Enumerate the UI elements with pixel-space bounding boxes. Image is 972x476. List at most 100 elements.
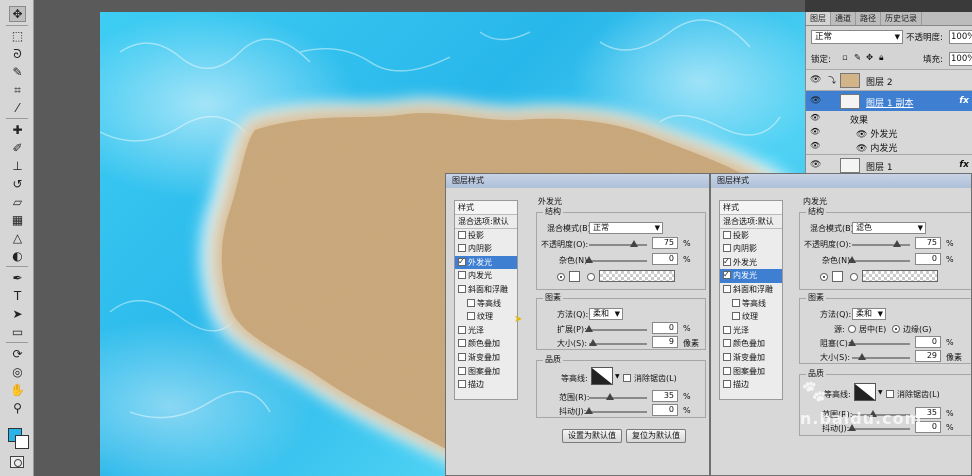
lasso-tool-icon[interactable]: ᘐ (9, 46, 26, 62)
style-item[interactable]: 投影 (455, 229, 517, 243)
style-checkbox[interactable] (458, 244, 466, 253)
style-item[interactable]: 内阴影 (720, 242, 782, 256)
spread-slider[interactable] (585, 325, 647, 332)
quick-mask-icon[interactable] (10, 456, 24, 468)
style-checkbox[interactable] (723, 268, 731, 282)
style-item[interactable]: 等高线 (455, 297, 517, 311)
choke-slider[interactable] (848, 339, 910, 346)
style-item[interactable]: 描边 (720, 378, 782, 392)
gradient-radio[interactable] (587, 273, 595, 281)
style-item[interactable]: 渐变叠加 (455, 351, 517, 365)
solid-color-radio[interactable] (557, 273, 565, 281)
range-slider[interactable] (589, 393, 647, 400)
source-center-radio[interactable] (848, 325, 856, 333)
3d-orbit-tool-icon[interactable]: ◎ (9, 364, 26, 380)
opacity-slider[interactable] (852, 240, 910, 247)
tab-layers[interactable]: 图层 (806, 12, 831, 25)
style-checkbox[interactable] (458, 271, 466, 280)
style-checkbox[interactable] (458, 352, 466, 361)
size-input[interactable]: 9 (652, 336, 678, 348)
gradient-radio[interactable] (850, 273, 858, 281)
layer-name[interactable]: 图层 1 (866, 160, 893, 173)
eye-icon[interactable]: 👁︎ (810, 113, 820, 122)
effect-outer-glow-row[interactable]: 👁︎ 👁︎ 外发光 (806, 125, 972, 140)
layer-row[interactable]: 👁︎ ⤵ 图层 2 (806, 69, 972, 90)
style-item[interactable]: 等高线 (720, 297, 782, 311)
glow-gradient-picker[interactable] (599, 270, 675, 282)
opacity-input[interactable]: 100% (949, 30, 972, 44)
style-checkbox[interactable] (723, 366, 731, 375)
slider-knob[interactable] (585, 407, 593, 414)
style-checkbox[interactable] (467, 312, 475, 321)
quick-select-tool-icon[interactable]: ✎ (9, 64, 26, 80)
style-checkbox[interactable] (723, 230, 731, 239)
slider-knob[interactable] (893, 240, 901, 247)
eye-icon[interactable]: 👁︎ (810, 127, 820, 136)
style-item[interactable]: 光泽 (455, 324, 517, 338)
style-item[interactable]: 颜色叠加 (720, 337, 782, 351)
move-tool-icon[interactable]: ✥ (9, 6, 26, 22)
blend-mode-select[interactable]: 滤色 ▼ (852, 222, 926, 234)
size-slider[interactable] (589, 339, 647, 346)
glow-color-swatch[interactable] (832, 271, 843, 282)
style-checkbox[interactable] (458, 230, 466, 239)
style-checkbox[interactable] (458, 284, 466, 293)
opacity-slider[interactable] (589, 240, 647, 247)
marquee-tool-icon[interactable]: ⬚ (9, 28, 26, 44)
layer-blend-mode-select[interactable]: 正常 ▼ (811, 30, 903, 44)
style-item[interactable]: 斜面和浮雕 (720, 283, 782, 297)
choke-input[interactable]: 0 (915, 336, 941, 348)
slider-knob[interactable] (848, 256, 856, 263)
style-checkbox[interactable] (458, 325, 466, 334)
slider-knob[interactable] (848, 339, 856, 346)
fill-input[interactable]: 100% (949, 52, 972, 66)
style-checkbox[interactable] (723, 325, 731, 334)
jitter-input[interactable]: 0 (652, 404, 678, 416)
reset-default-button[interactable]: 复位为默认值 (626, 429, 686, 443)
effect-eye-icon[interactable]: 👁︎ (856, 144, 867, 154)
noise-input[interactable]: 0 (652, 253, 678, 265)
healing-tool-icon[interactable]: ✚ (9, 122, 26, 138)
contour-picker[interactable] (591, 367, 613, 385)
effects-row[interactable]: 👁︎ 效果 (806, 111, 972, 126)
layer-name[interactable]: 图层 2 (866, 75, 893, 88)
style-checkbox[interactable] (458, 366, 466, 375)
effect-inner-glow-row[interactable]: 👁︎ 👁︎ 内发光 (806, 139, 972, 154)
solid-color-radio[interactable] (820, 273, 828, 281)
layer-name[interactable]: 图层 1 副本 (866, 96, 913, 109)
stamp-tool-icon[interactable]: ⊥ (9, 158, 26, 174)
hand-tool-icon[interactable]: ✋ (9, 382, 26, 398)
tab-paths[interactable]: 路径 (856, 12, 881, 25)
type-tool-icon[interactable]: T (9, 288, 26, 304)
range-input[interactable]: 35 (652, 390, 678, 402)
style-item[interactable]: 纹理 (720, 310, 782, 324)
glow-gradient-picker[interactable] (862, 270, 938, 282)
style-checkbox[interactable] (723, 255, 731, 268)
style-item[interactable]: 颜色叠加 (455, 337, 517, 351)
method-select[interactable]: 柔和 ▼ (589, 308, 623, 320)
style-checkbox[interactable] (458, 255, 466, 268)
style-item[interactable]: 纹理 (455, 310, 517, 324)
style-checkbox[interactable] (723, 380, 731, 389)
brush-tool-icon[interactable]: ✐ (9, 140, 26, 156)
style-checkbox[interactable] (723, 339, 731, 348)
slider-knob[interactable] (606, 393, 614, 400)
eye-icon[interactable]: 👁︎ (810, 75, 821, 85)
tab-channels[interactable]: 通道 (831, 12, 856, 25)
set-default-button[interactable]: 设置为默认值 (562, 429, 622, 443)
style-item[interactable]: 图案叠加 (720, 365, 782, 379)
blending-options-item[interactable]: 混合选项:默认 (720, 215, 782, 229)
style-item[interactable]: 内发光 (455, 269, 517, 283)
style-item[interactable]: 外发光 (455, 255, 517, 270)
style-checkbox[interactable] (723, 284, 731, 293)
slider-knob[interactable] (585, 256, 593, 263)
crop-tool-icon[interactable]: ⌗ (9, 82, 26, 98)
noise-input[interactable]: 0 (915, 253, 941, 265)
method-select[interactable]: 柔和 ▼ (852, 308, 886, 320)
style-checkbox[interactable] (467, 298, 475, 307)
lock-pixels-icon[interactable]: ▫ (842, 53, 848, 63)
noise-slider[interactable] (585, 256, 647, 263)
fx-icon[interactable]: fx (959, 160, 969, 170)
style-checkbox[interactable] (723, 352, 731, 361)
history-brush-tool-icon[interactable]: ↺ (9, 176, 26, 192)
